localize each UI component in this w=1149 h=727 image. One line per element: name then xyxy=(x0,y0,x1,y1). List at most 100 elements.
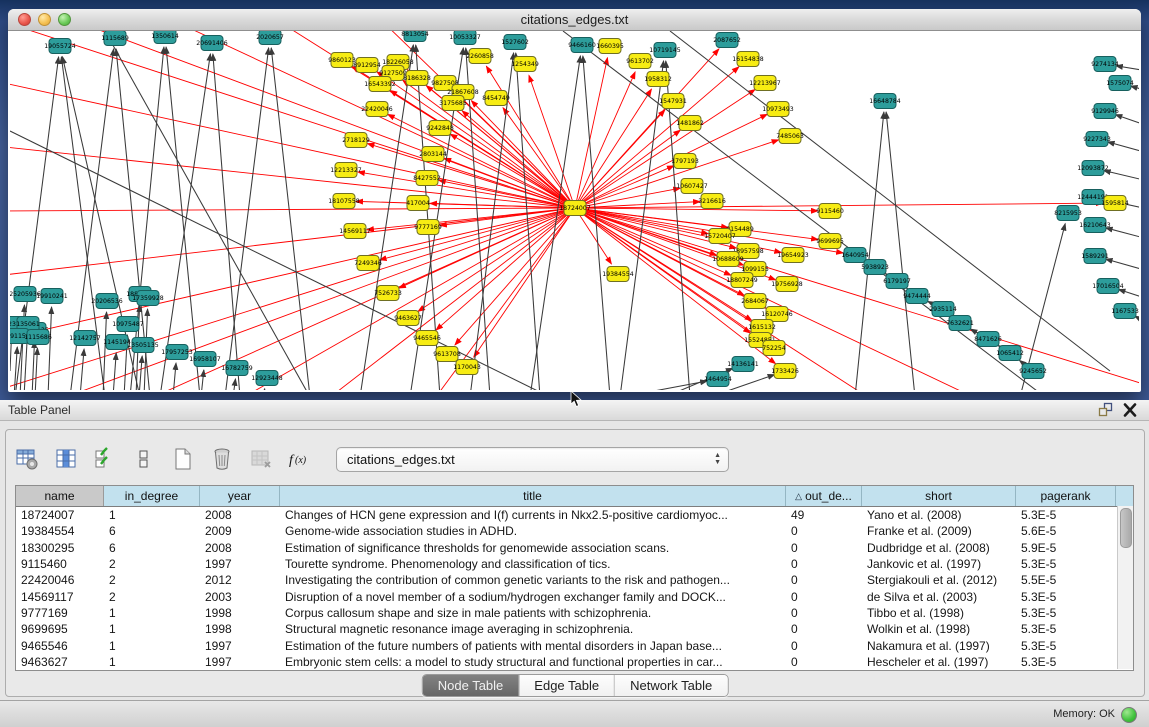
window-titlebar[interactable]: citations_edges.txt xyxy=(8,9,1141,31)
graph-node[interactable]: 10053327 xyxy=(449,31,481,45)
table-row[interactable]: 946554611997Estimation of the future num… xyxy=(16,637,1133,653)
graph-node[interactable]: 2087652 xyxy=(713,33,741,48)
graph-node[interactable]: 2020657 xyxy=(256,31,284,45)
table-row[interactable]: 977716911998Corpus callosum shape and si… xyxy=(16,605,1133,621)
graph-node[interactable]: 5938923 xyxy=(861,260,889,275)
column-header-in_degree[interactable]: in_degree xyxy=(104,486,200,506)
graph-node[interactable]: 9227343 xyxy=(1083,132,1111,147)
column-header-name[interactable]: name xyxy=(16,486,104,506)
graph-node[interactable]: 10719145 xyxy=(649,43,681,58)
graph-node[interactable]: 1065412 xyxy=(996,346,1024,361)
graph-node[interactable]: 10975487 xyxy=(112,317,144,332)
graph-node[interactable]: 16782759 xyxy=(221,361,253,376)
table-row[interactable]: 1830029562008Estimation of significance … xyxy=(16,540,1133,556)
graph-node[interactable]: 9129946 xyxy=(1091,104,1119,119)
show-columns-button[interactable] xyxy=(53,446,79,472)
graph-node[interactable]: 1481862 xyxy=(676,116,704,131)
graph-node[interactable]: 2718129 xyxy=(342,133,370,148)
graph-node[interactable]: 9777169 xyxy=(414,220,442,235)
graph-node[interactable]: 1660395 xyxy=(596,39,624,54)
table-row[interactable]: 2242004622012Investigating the contribut… xyxy=(16,572,1133,588)
graph-node[interactable]: 16210643 xyxy=(1079,218,1111,233)
graph-node[interactable]: 9115460 xyxy=(816,204,844,219)
graph-node[interactable]: 1589291 xyxy=(1081,249,1109,264)
float-panel-icon[interactable] xyxy=(1097,402,1115,418)
column-header-title[interactable]: title xyxy=(280,486,786,506)
column-header-year[interactable]: year xyxy=(200,486,280,506)
graph-node[interactable]: 9613702 xyxy=(626,54,654,69)
graph-node[interactable]: 19384554 xyxy=(602,267,634,282)
graph-node[interactable]: 9242848 xyxy=(426,121,454,136)
graph-node[interactable]: 1167533 xyxy=(1111,304,1139,319)
table-row[interactable]: 1456911722003Disruption of a novel membe… xyxy=(16,588,1133,604)
graph-node[interactable]: 17016504 xyxy=(1092,279,1124,294)
graph-node[interactable]: 1115689 xyxy=(101,31,129,46)
graph-node[interactable]: 8186328 xyxy=(403,71,431,86)
column-header-out_de[interactable]: △out_de... xyxy=(786,486,862,506)
graph-node[interactable]: 14569117 xyxy=(339,224,371,239)
table-row[interactable]: 946362711997Embryonic stem cells: a mode… xyxy=(16,654,1133,670)
graph-node[interactable]: 12142757 xyxy=(69,331,101,346)
graph-node[interactable]: 10607427 xyxy=(676,179,708,194)
graph-node[interactable]: 7632621 xyxy=(946,316,974,331)
graph-node[interactable]: 6179197 xyxy=(883,274,911,289)
close-panel-icon[interactable] xyxy=(1121,402,1139,418)
graph-node[interactable]: 7485063 xyxy=(776,129,804,144)
graph-node[interactable]: 9245652 xyxy=(1019,364,1047,379)
delete-table-button[interactable] xyxy=(248,446,274,472)
graph-node[interactable]: 14136141 xyxy=(727,357,759,372)
graph-node[interactable]: 20691406 xyxy=(196,36,228,51)
graph-node[interactable]: 1527602 xyxy=(501,35,529,50)
graph-node[interactable]: 417004 xyxy=(406,196,430,211)
memory-ok-indicator-icon[interactable] xyxy=(1121,707,1137,723)
tab-network-table[interactable]: Network Table xyxy=(614,675,727,696)
graph-node[interactable]: 8215953 xyxy=(1054,206,1082,221)
graph-node[interactable]: 12923448 xyxy=(251,371,283,386)
graph-node[interactable]: 9613708 xyxy=(433,347,461,362)
table-select-dropdown[interactable]: citations_edges.txt▲▼ xyxy=(336,447,729,472)
network-canvas[interactable]: 18724007 19055724 1115689 1350614 20691406 20… xyxy=(10,31,1139,390)
graph-node[interactable]: 19055724 xyxy=(44,39,76,54)
graph-node[interactable]: 1733426 xyxy=(771,364,799,379)
column-header-short[interactable]: short xyxy=(862,486,1016,506)
minimize-window-button[interactable] xyxy=(38,13,51,26)
graph-node[interactable]: 1254349 xyxy=(511,57,539,72)
graph-node[interactable]: 1595814 xyxy=(1101,196,1129,211)
delete-rows-button[interactable] xyxy=(209,446,235,472)
graph-node[interactable]: 8427552 xyxy=(413,171,441,186)
graph-node[interactable]: 16543392 xyxy=(364,77,396,92)
graph-node[interactable]: 9274134 xyxy=(1091,57,1119,72)
graph-node[interactable]: 17957253 xyxy=(161,345,193,360)
function-builder-button[interactable]: f(x) xyxy=(287,446,313,472)
graph-node[interactable]: 1350614 xyxy=(151,31,179,44)
graph-node[interactable]: 17359928 xyxy=(132,291,164,306)
zoom-window-button[interactable] xyxy=(58,13,71,26)
graph-node[interactable]: 3216616 xyxy=(698,194,726,209)
graph-node[interactable]: 1958312 xyxy=(644,72,672,87)
citation-network-graph[interactable]: 18724007 19055724 1115689 1350614 20691406 20… xyxy=(10,31,1139,390)
graph-node[interactable]: 18107558 xyxy=(328,194,360,209)
graph-node[interactable]: 1170043 xyxy=(453,360,481,375)
graph-node[interactable]: 8471626 xyxy=(974,332,1002,347)
graph-node[interactable]: 12093872 xyxy=(1077,161,1109,176)
graph-node[interactable]: 18807249 xyxy=(726,273,758,288)
graph-node[interactable]: 8912954 xyxy=(353,58,381,73)
graph-node[interactable]: 13505135 xyxy=(127,338,159,353)
scrollbar-thumb[interactable] xyxy=(1120,508,1132,548)
graph-node[interactable]: 1797193 xyxy=(671,154,699,169)
graph-node[interactable]: 16154838 xyxy=(732,52,764,67)
graph-node[interactable]: 10688609 xyxy=(712,252,744,267)
graph-node[interactable]: 7526733 xyxy=(374,286,402,301)
graph-node[interactable]: 8454749 xyxy=(482,91,510,106)
graph-node[interactable]: 9860123 xyxy=(328,53,356,68)
graph-node[interactable]: 9463627 xyxy=(394,311,422,326)
table-vertical-scrollbar[interactable] xyxy=(1117,506,1133,669)
graph-node[interactable]: 18724007 xyxy=(559,201,591,216)
graph-node[interactable]: 1115686 xyxy=(24,330,52,345)
column-header-pagerank[interactable]: pagerank xyxy=(1016,486,1116,506)
tab-edge-table[interactable]: Edge Table xyxy=(518,675,614,696)
checklist-button[interactable] xyxy=(92,446,118,472)
rows-button[interactable] xyxy=(131,446,157,472)
graph-node[interactable]: 1547931 xyxy=(659,94,687,109)
graph-node[interactable]: 20206536 xyxy=(91,294,123,309)
